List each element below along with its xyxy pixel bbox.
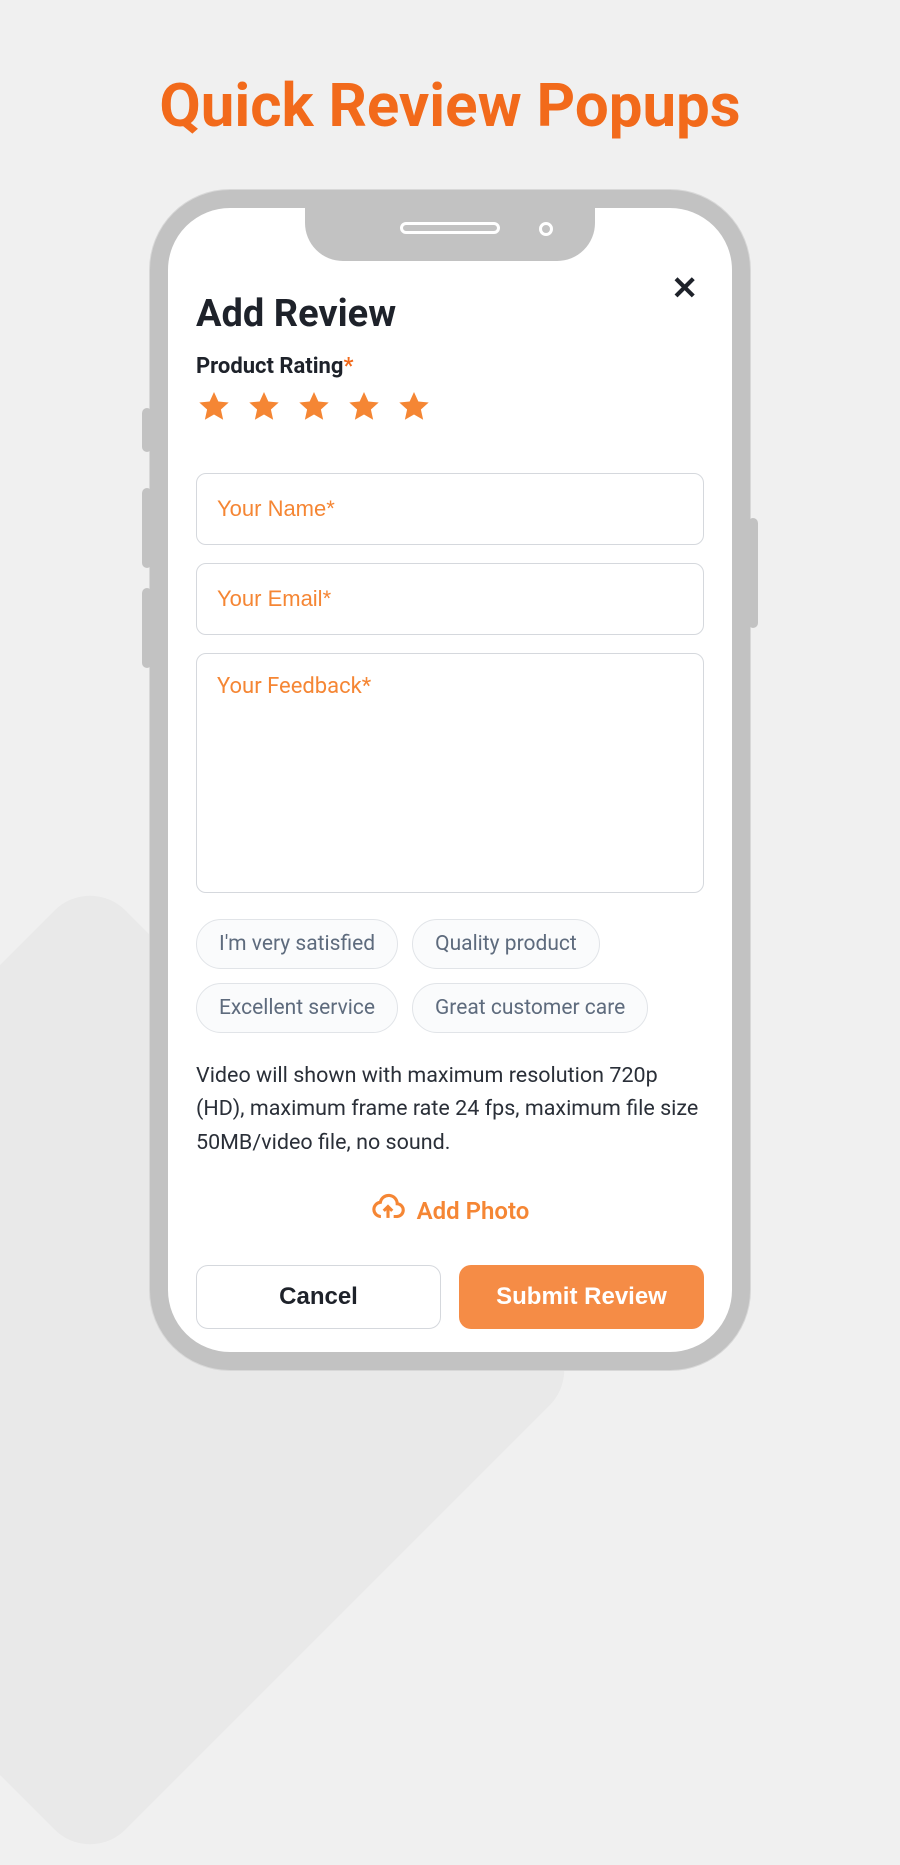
phone-frame: ✕ Add Review Product Rating* I'm very sa…	[150, 190, 750, 1370]
star-icon[interactable]	[396, 389, 432, 425]
email-input[interactable]	[196, 563, 704, 635]
page-heading: Quick Review Popups	[0, 0, 900, 141]
name-input[interactable]	[196, 473, 704, 545]
chip-satisfied[interactable]: I'm very satisfied	[196, 919, 398, 969]
chip-service[interactable]: Excellent service	[196, 983, 398, 1033]
form-title: Add Review	[196, 292, 704, 336]
screen: ✕ Add Review Product Rating* I'm very sa…	[168, 208, 732, 1352]
submit-button[interactable]: Submit Review	[459, 1265, 704, 1329]
rating-stars[interactable]	[196, 389, 704, 425]
star-icon[interactable]	[246, 389, 282, 425]
video-note: Video will shown with maximum resolution…	[196, 1059, 704, 1159]
suggestion-chips: I'm very satisfied Quality product Excel…	[196, 919, 704, 1033]
add-photo-button[interactable]: Add Photo	[196, 1191, 704, 1231]
star-icon[interactable]	[296, 389, 332, 425]
close-button[interactable]: ✕	[667, 268, 702, 308]
feedback-textarea[interactable]	[196, 653, 704, 893]
chip-customer-care[interactable]: Great customer care	[412, 983, 648, 1033]
rating-label-text: Product Rating	[196, 354, 343, 379]
required-mark: *	[343, 354, 353, 379]
add-photo-label: Add Photo	[417, 1197, 530, 1225]
phone-side-button	[142, 488, 152, 568]
cancel-button[interactable]: Cancel	[196, 1265, 441, 1329]
upload-icon	[371, 1191, 405, 1231]
chip-quality[interactable]: Quality product	[412, 919, 600, 969]
form-actions: Cancel Submit Review	[196, 1265, 704, 1329]
phone-side-button	[748, 518, 758, 628]
phone-side-button	[142, 408, 152, 452]
star-icon[interactable]	[196, 389, 232, 425]
rating-label: Product Rating*	[196, 354, 704, 379]
phone-side-button	[142, 588, 152, 668]
star-icon[interactable]	[346, 389, 382, 425]
